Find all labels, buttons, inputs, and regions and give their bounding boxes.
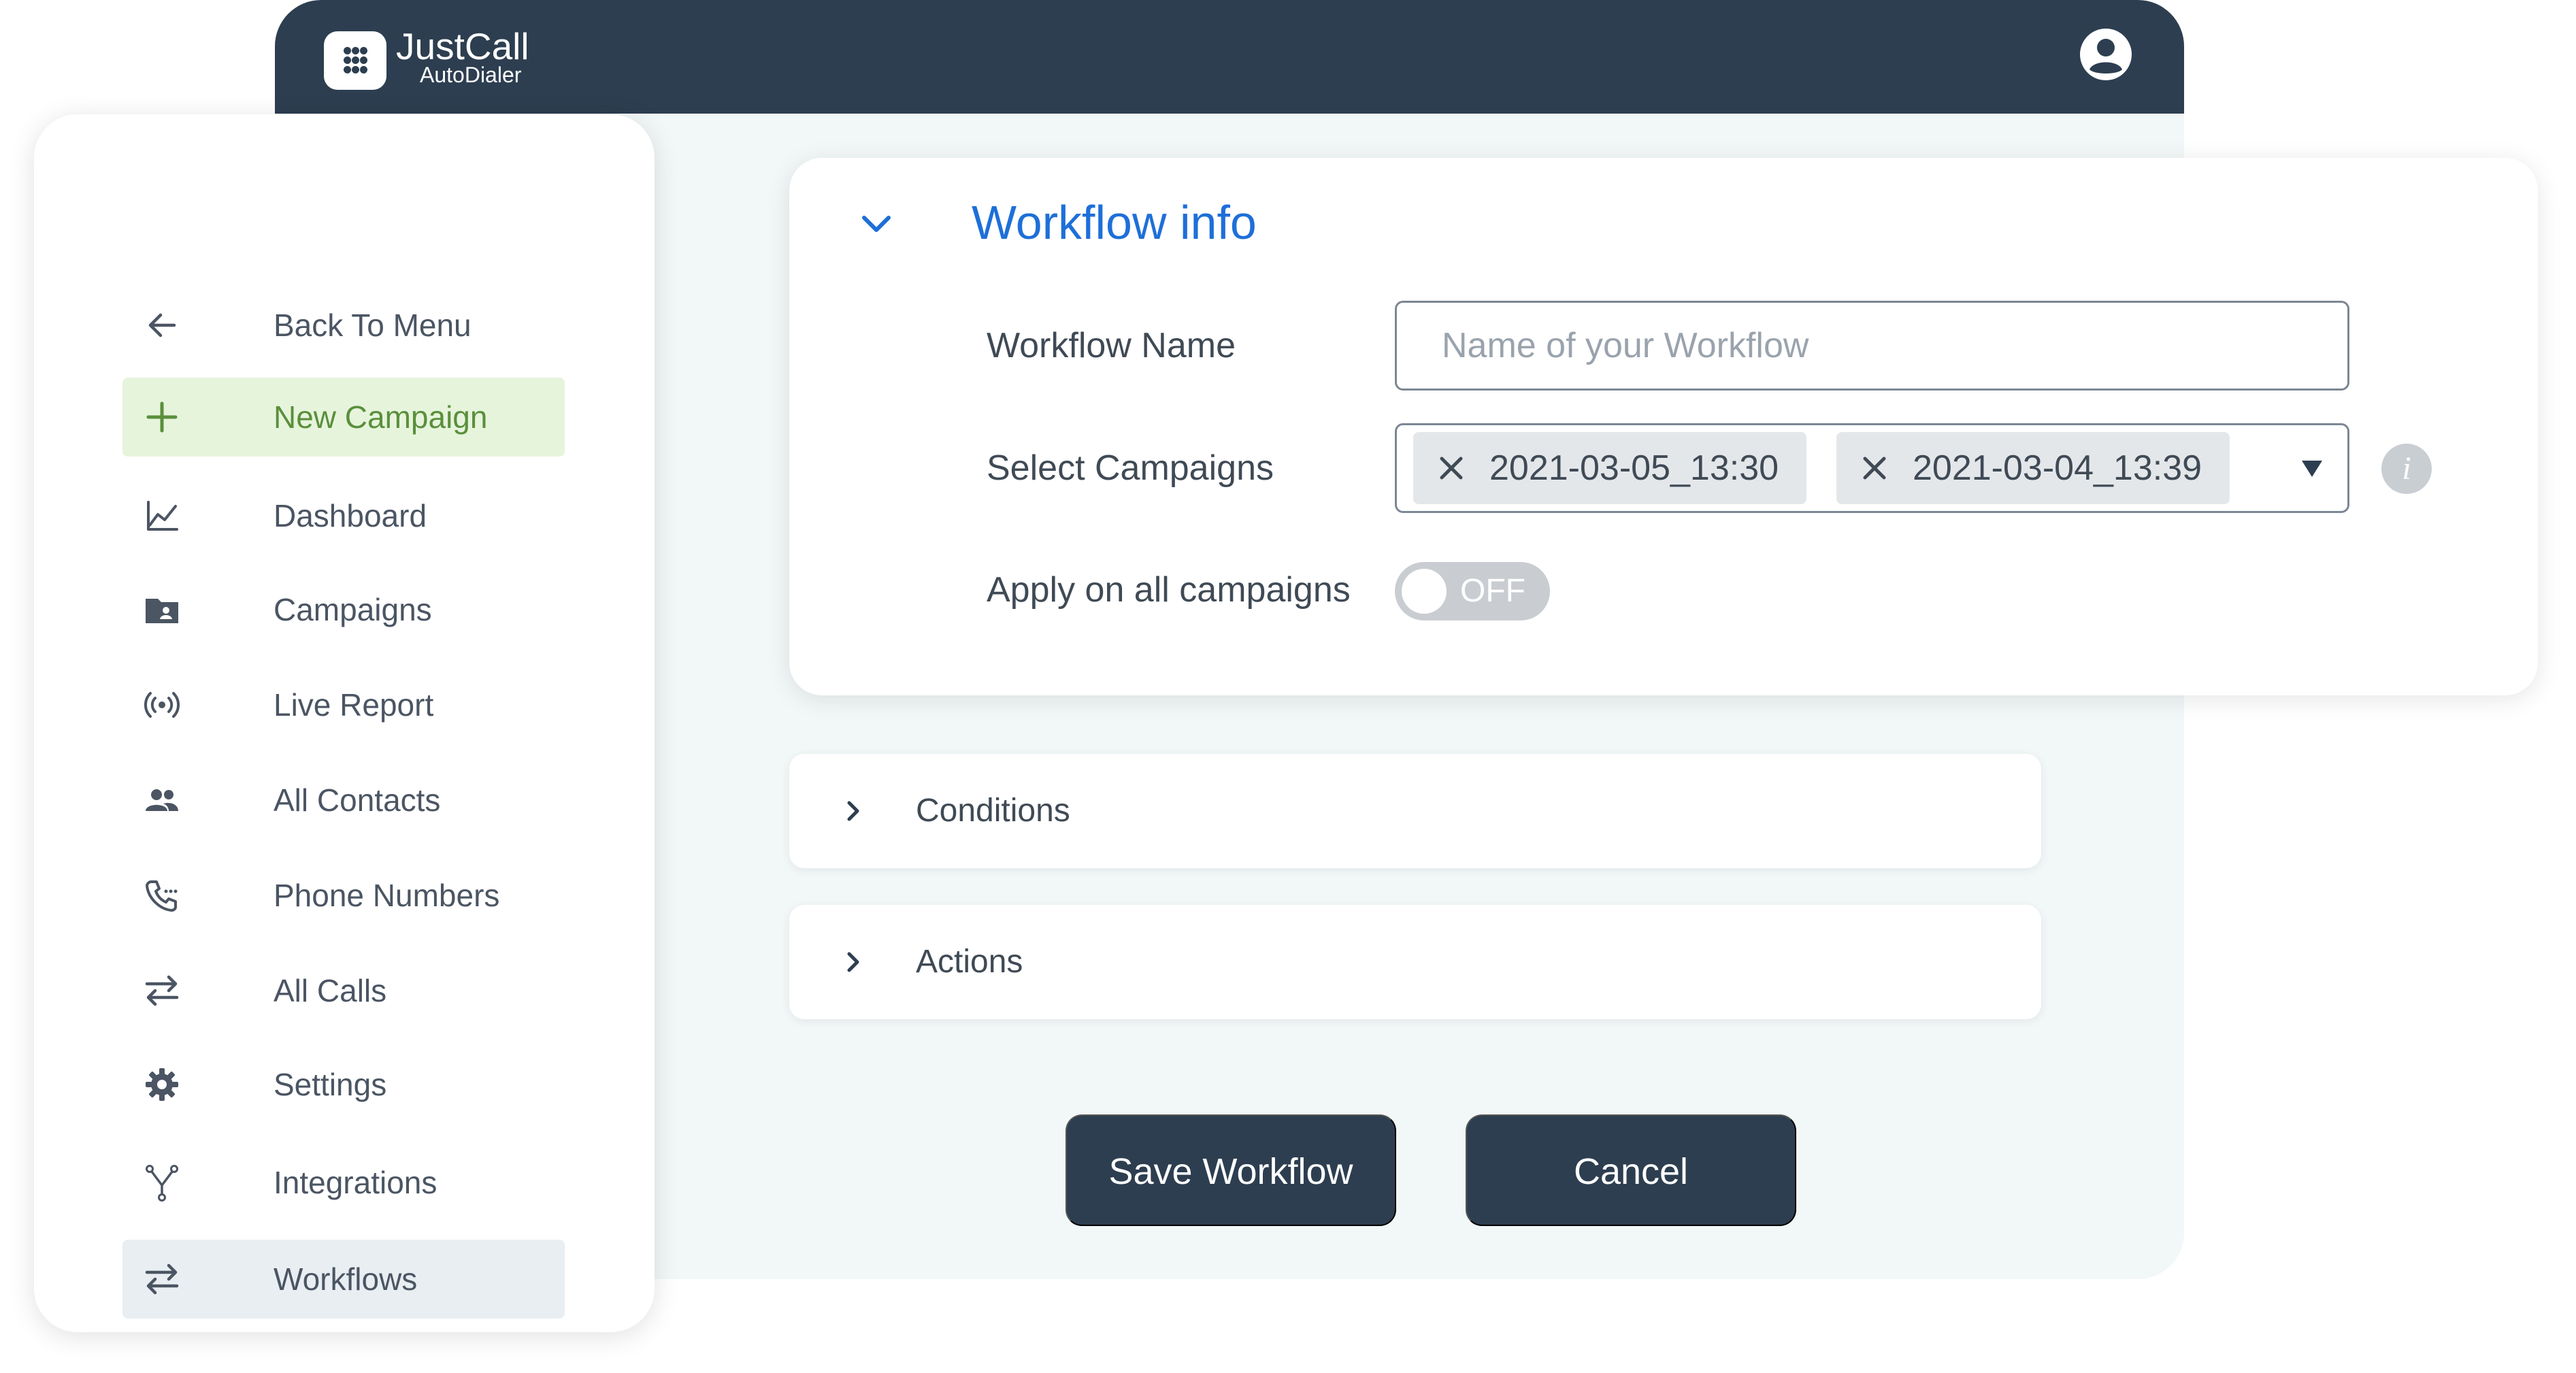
actions-label: Actions — [916, 944, 1023, 980]
close-icon[interactable] — [1861, 454, 1888, 482]
info-icon[interactable]: i — [2381, 444, 2432, 494]
campaign-multiselect[interactable]: 2021-03-05_13:30 2021-03-04_13:39 — [1395, 423, 2349, 513]
campaign-chip-label: 2021-03-05_13:30 — [1489, 448, 1779, 488]
gear-icon — [146, 1068, 178, 1101]
app-root: JustCall AutoDialer Back To Menu New Cam… — [0, 0, 2576, 1373]
arrow-left-icon — [148, 313, 176, 337]
apply-all-campaigns-label: Apply on all campaigns — [987, 570, 1351, 610]
sidebar-item-label: Integrations — [274, 1165, 437, 1200]
brand-subtitle: AutoDialer — [420, 63, 522, 87]
keypad-logo-icon[interactable] — [324, 31, 386, 90]
apply-all-campaigns-toggle[interactable]: OFF — [1395, 562, 1550, 621]
workflow-name-input[interactable] — [1395, 301, 2349, 391]
dropdown-arrow-icon[interactable] — [2302, 461, 2322, 477]
sidebar-item-new-campaign[interactable]: New Campaign — [122, 378, 565, 457]
sidebar-item-campaigns[interactable]: Campaigns — [122, 570, 565, 649]
sidebar-item-workflows[interactable]: Workflows — [122, 1240, 565, 1319]
sidebar-item-all-calls[interactable]: All Calls — [122, 951, 565, 1030]
actions-section[interactable]: Actions — [789, 905, 2041, 1019]
cancel-button[interactable]: Cancel — [1466, 1114, 1796, 1226]
sidebar-item-label: Phone Numbers — [274, 878, 500, 913]
brand-name: JustCall — [396, 25, 529, 67]
close-icon[interactable] — [1438, 454, 1465, 482]
sidebar-item-dashboard[interactable]: Dashboard — [122, 476, 565, 555]
broadcast-icon — [144, 692, 180, 718]
swap-arrows-icon — [145, 1263, 179, 1295]
sidebar: Back To Menu New Campaign Dashboard Camp… — [34, 114, 655, 1332]
campaign-chip[interactable]: 2021-03-05_13:30 — [1413, 432, 1806, 504]
sidebar-item-settings[interactable]: Settings — [122, 1045, 565, 1124]
people-icon — [146, 789, 178, 811]
sidebar-item-label: Campaigns — [274, 592, 432, 627]
workflow-info-title: Workflow info — [972, 196, 1257, 249]
conditions-label: Conditions — [916, 793, 1070, 829]
chevron-down-icon[interactable] — [857, 205, 895, 244]
toggle-knob — [1402, 569, 1447, 614]
fork-icon — [146, 1165, 178, 1202]
top-bar: JustCall AutoDialer — [275, 0, 2184, 114]
phone-icon — [146, 880, 178, 912]
plus-icon — [146, 401, 178, 433]
sidebar-item-label: Settings — [274, 1067, 387, 1102]
line-chart-icon — [147, 501, 178, 531]
sidebar-item-back-to-menu[interactable]: Back To Menu — [122, 286, 565, 365]
toggle-state-label: OFF — [1460, 573, 1525, 609]
select-campaigns-label: Select Campaigns — [987, 448, 1274, 488]
sidebar-item-label: New Campaign — [274, 399, 488, 435]
save-workflow-button[interactable]: Save Workflow — [1066, 1114, 1396, 1226]
sidebar-item-label: Workflows — [274, 1261, 418, 1297]
sidebar-item-live-report[interactable]: Live Report — [122, 665, 565, 744]
workflow-name-label: Workflow Name — [987, 326, 1236, 365]
folder-contact-icon — [146, 599, 178, 623]
sidebar-item-label: All Contacts — [274, 782, 441, 818]
sidebar-item-phone-numbers[interactable]: Phone Numbers — [122, 856, 565, 935]
account-icon[interactable] — [2079, 27, 2133, 82]
chevron-right-icon — [847, 952, 859, 972]
sidebar-item-integrations[interactable]: Integrations — [122, 1143, 565, 1222]
sidebar-item-label: Dashboard — [274, 498, 427, 533]
sidebar-item-label: All Calls — [274, 973, 387, 1008]
campaign-chip[interactable]: 2021-03-04_13:39 — [1836, 432, 2230, 504]
chevron-right-icon — [847, 801, 859, 821]
campaign-chip-label: 2021-03-04_13:39 — [1913, 448, 2202, 488]
sidebar-item-all-contacts[interactable]: All Contacts — [122, 761, 565, 840]
conditions-section[interactable]: Conditions — [789, 754, 2041, 868]
sidebar-item-label: Back To Menu — [274, 308, 472, 343]
swap-arrows-icon — [145, 975, 179, 1006]
workflow-info-panel: Workflow info Workflow Name Select Campa… — [789, 158, 2538, 695]
sidebar-item-label: Live Report — [274, 687, 434, 723]
